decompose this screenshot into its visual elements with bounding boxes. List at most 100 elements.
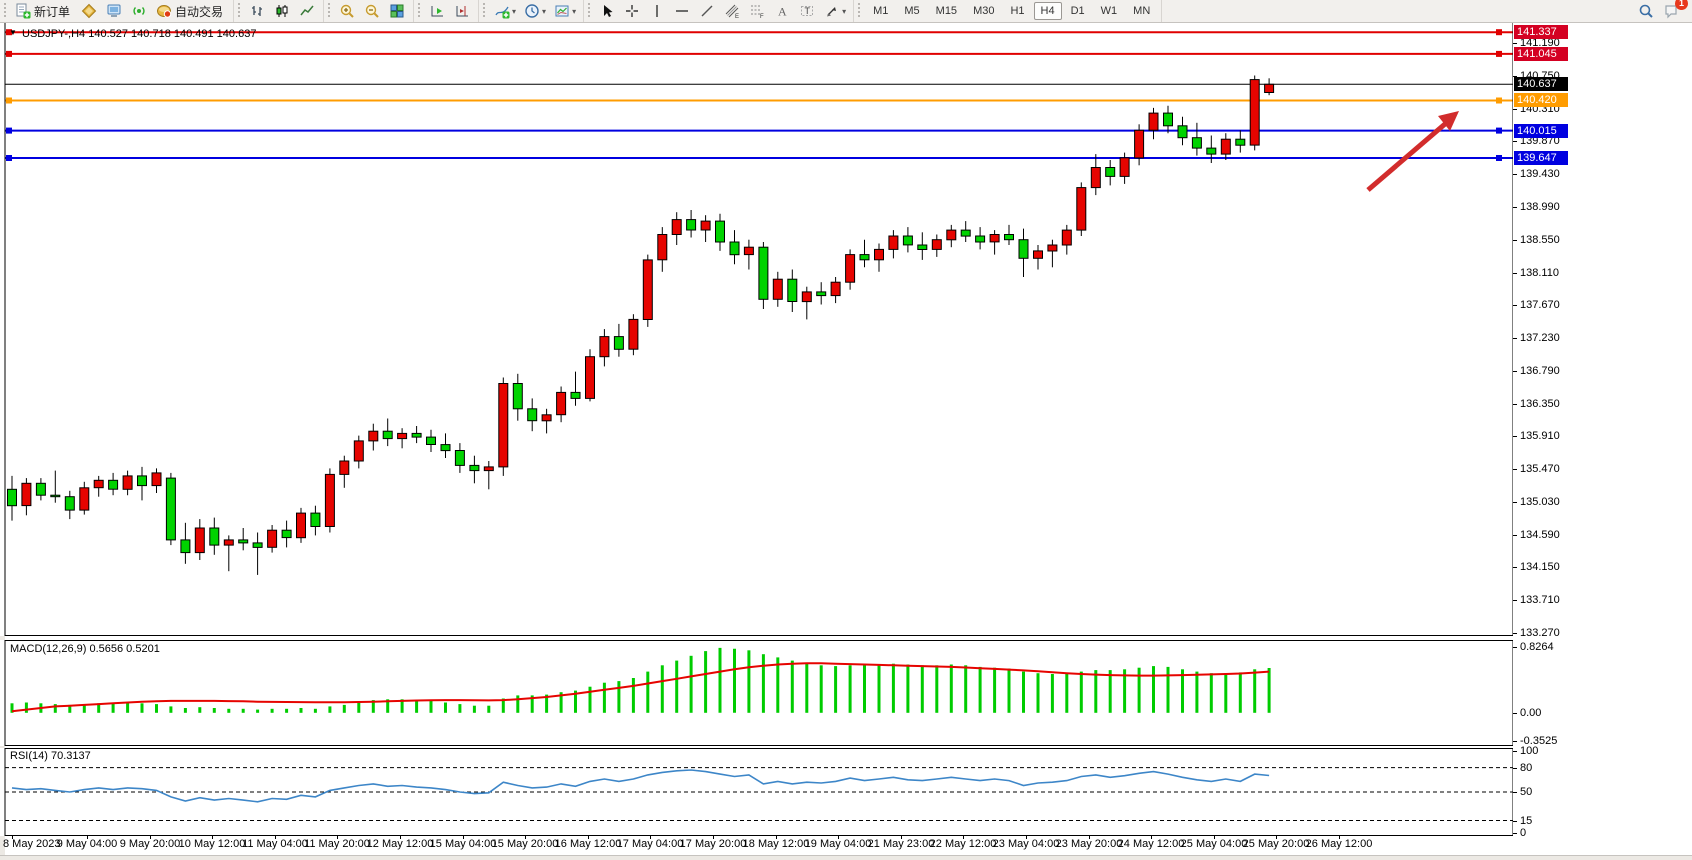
date-label: 17 May 20:00 bbox=[680, 838, 747, 850]
date-label: 8 May 2023 bbox=[3, 838, 60, 850]
rsi-tick: 15 bbox=[1520, 815, 1532, 827]
date-label: 21 May 23:00 bbox=[868, 838, 935, 850]
line-handle[interactable] bbox=[6, 51, 12, 57]
timeframe-button-m15[interactable]: M15 bbox=[929, 2, 964, 20]
date-label: 22 May 12:00 bbox=[930, 838, 997, 850]
notification-badge: 1 bbox=[1675, 0, 1688, 10]
toolbar-grip[interactable] bbox=[3, 3, 8, 19]
search-button[interactable] bbox=[1635, 0, 1658, 22]
periods-button[interactable]: ▾ bbox=[521, 0, 549, 22]
zoom-out-button[interactable] bbox=[361, 0, 384, 22]
timeframe-button-h4[interactable]: H4 bbox=[1034, 2, 1062, 20]
symbol-dropdown-caret[interactable]: ▼ bbox=[9, 28, 17, 37]
line-handle[interactable] bbox=[1496, 128, 1502, 134]
price-tick: 138.550 bbox=[1520, 234, 1560, 246]
text-button[interactable]: A bbox=[771, 0, 794, 22]
timeframe-button-mn[interactable]: MN bbox=[1126, 2, 1157, 20]
equidistant-channel-button[interactable]: E bbox=[721, 0, 744, 22]
date-label: 11 May 20:00 bbox=[304, 838, 370, 850]
crosshair-icon bbox=[624, 3, 641, 19]
date-label: 10 May 12:00 bbox=[179, 838, 246, 850]
date-label: 15 May 20:00 bbox=[492, 838, 559, 850]
line-handle[interactable] bbox=[6, 128, 12, 134]
line-handle[interactable] bbox=[1496, 155, 1502, 161]
templates-button[interactable]: ▾ bbox=[551, 0, 579, 22]
arrows-button[interactable]: ▾ bbox=[821, 0, 849, 22]
macd-panel-canvas[interactable] bbox=[0, 640, 1513, 746]
rsi-tick: 80 bbox=[1520, 762, 1532, 774]
price-badge-140.637: 140.637 bbox=[1514, 77, 1568, 91]
signals-button[interactable] bbox=[128, 0, 151, 22]
fibonacci-button[interactable]: F bbox=[746, 0, 769, 22]
indicators-button[interactable]: ▾ bbox=[491, 0, 519, 22]
price-tick: 139.430 bbox=[1520, 168, 1560, 180]
toolbar-grip[interactable] bbox=[237, 3, 242, 19]
vertical-line-button[interactable] bbox=[646, 0, 669, 22]
toolbar-grip[interactable] bbox=[857, 3, 862, 19]
line-chart-button[interactable] bbox=[296, 0, 319, 22]
trendline-button[interactable] bbox=[696, 0, 719, 22]
date-label: 19 May 04:00 bbox=[805, 838, 872, 850]
bar-chart-button[interactable] bbox=[246, 0, 269, 22]
line-handle[interactable] bbox=[6, 98, 12, 104]
autotrade-icon bbox=[156, 3, 173, 19]
line-handle[interactable] bbox=[1496, 51, 1502, 57]
virtual-hosting-button[interactable] bbox=[103, 0, 126, 22]
timeframe-button-h1[interactable]: H1 bbox=[1003, 2, 1031, 20]
toolbar-grip[interactable] bbox=[587, 3, 592, 19]
hline-icon bbox=[674, 3, 691, 19]
timeframe-button-m30[interactable]: M30 bbox=[966, 2, 1001, 20]
rsi-panel-canvas[interactable] bbox=[0, 748, 1513, 836]
price-tick: 136.790 bbox=[1520, 365, 1560, 377]
chart-shift-button[interactable] bbox=[451, 0, 474, 22]
candles-icon bbox=[274, 3, 291, 19]
dropdown-caret-icon: ▾ bbox=[542, 7, 546, 16]
autotrading-button[interactable]: 自动交易 bbox=[153, 0, 229, 22]
price-tick: 138.990 bbox=[1520, 201, 1560, 213]
date-label: 23 May 04:00 bbox=[993, 838, 1060, 850]
text-label-button[interactable]: T bbox=[796, 0, 819, 22]
rsi-indicator-label: RSI(14) 70.3137 bbox=[10, 750, 91, 762]
timeframe-button-d1[interactable]: D1 bbox=[1064, 2, 1092, 20]
timeframe-button-m5[interactable]: M5 bbox=[897, 2, 926, 20]
price-tick: 135.470 bbox=[1520, 463, 1560, 475]
date-label: 16 May 12:00 bbox=[555, 838, 622, 850]
price-tick: 133.710 bbox=[1520, 594, 1560, 606]
cursor-button[interactable] bbox=[596, 0, 619, 22]
search-icon bbox=[1638, 3, 1655, 19]
rsi-tick: 100 bbox=[1520, 745, 1538, 757]
notifications-button[interactable]: 1 bbox=[1660, 0, 1683, 22]
chart-window[interactable]: ▼ USDJPY-,H4 140.527 140.718 140.491 140… bbox=[0, 23, 1692, 856]
line-handle[interactable] bbox=[1496, 29, 1502, 35]
price-badge-141.045: 141.045 bbox=[1514, 47, 1568, 61]
price-tick: 135.030 bbox=[1520, 496, 1560, 508]
tile-windows-button[interactable] bbox=[386, 0, 409, 22]
metaeditor-button[interactable] bbox=[78, 0, 101, 22]
line-handle[interactable] bbox=[1496, 98, 1502, 104]
tile-windows-icon bbox=[389, 3, 406, 19]
channel-icon: E bbox=[724, 3, 741, 19]
timeframe-group: M1M5M15M30H1H4D1W1MN bbox=[854, 0, 1162, 22]
horizontal-line-button[interactable] bbox=[671, 0, 694, 22]
toolbar-grip[interactable] bbox=[482, 3, 487, 19]
toolbar-grip[interactable] bbox=[327, 3, 332, 19]
metatrader-app: 新订单 自动交易 ▾ ▾ ▾ EFAT ▾ M1M5M15M30H1H4D1W1MN 1 ▼ U… bbox=[0, 0, 1692, 860]
timeframe-button-w1[interactable]: W1 bbox=[1094, 2, 1125, 20]
crosshair-button[interactable] bbox=[621, 0, 644, 22]
auto-scroll-button[interactable] bbox=[426, 0, 449, 22]
price-badge-140.015: 140.015 bbox=[1514, 124, 1568, 138]
dropdown-caret-icon: ▾ bbox=[842, 7, 846, 16]
zoom-in-button[interactable] bbox=[336, 0, 359, 22]
price-tick: 137.670 bbox=[1520, 299, 1560, 311]
timeframe-button-m1[interactable]: M1 bbox=[866, 2, 895, 20]
vline-icon bbox=[649, 3, 666, 19]
main-chart-canvas[interactable] bbox=[0, 23, 1513, 636]
line-handle[interactable] bbox=[6, 155, 12, 161]
new-order-button[interactable]: 新订单 bbox=[12, 0, 76, 22]
fibo-icon: F bbox=[749, 3, 766, 19]
toolbar-grip[interactable] bbox=[417, 3, 422, 19]
date-label: 9 May 04:00 bbox=[57, 838, 118, 850]
signals-icon bbox=[131, 3, 148, 19]
clock-icon bbox=[524, 3, 541, 19]
candlestick-chart-button[interactable] bbox=[271, 0, 294, 22]
